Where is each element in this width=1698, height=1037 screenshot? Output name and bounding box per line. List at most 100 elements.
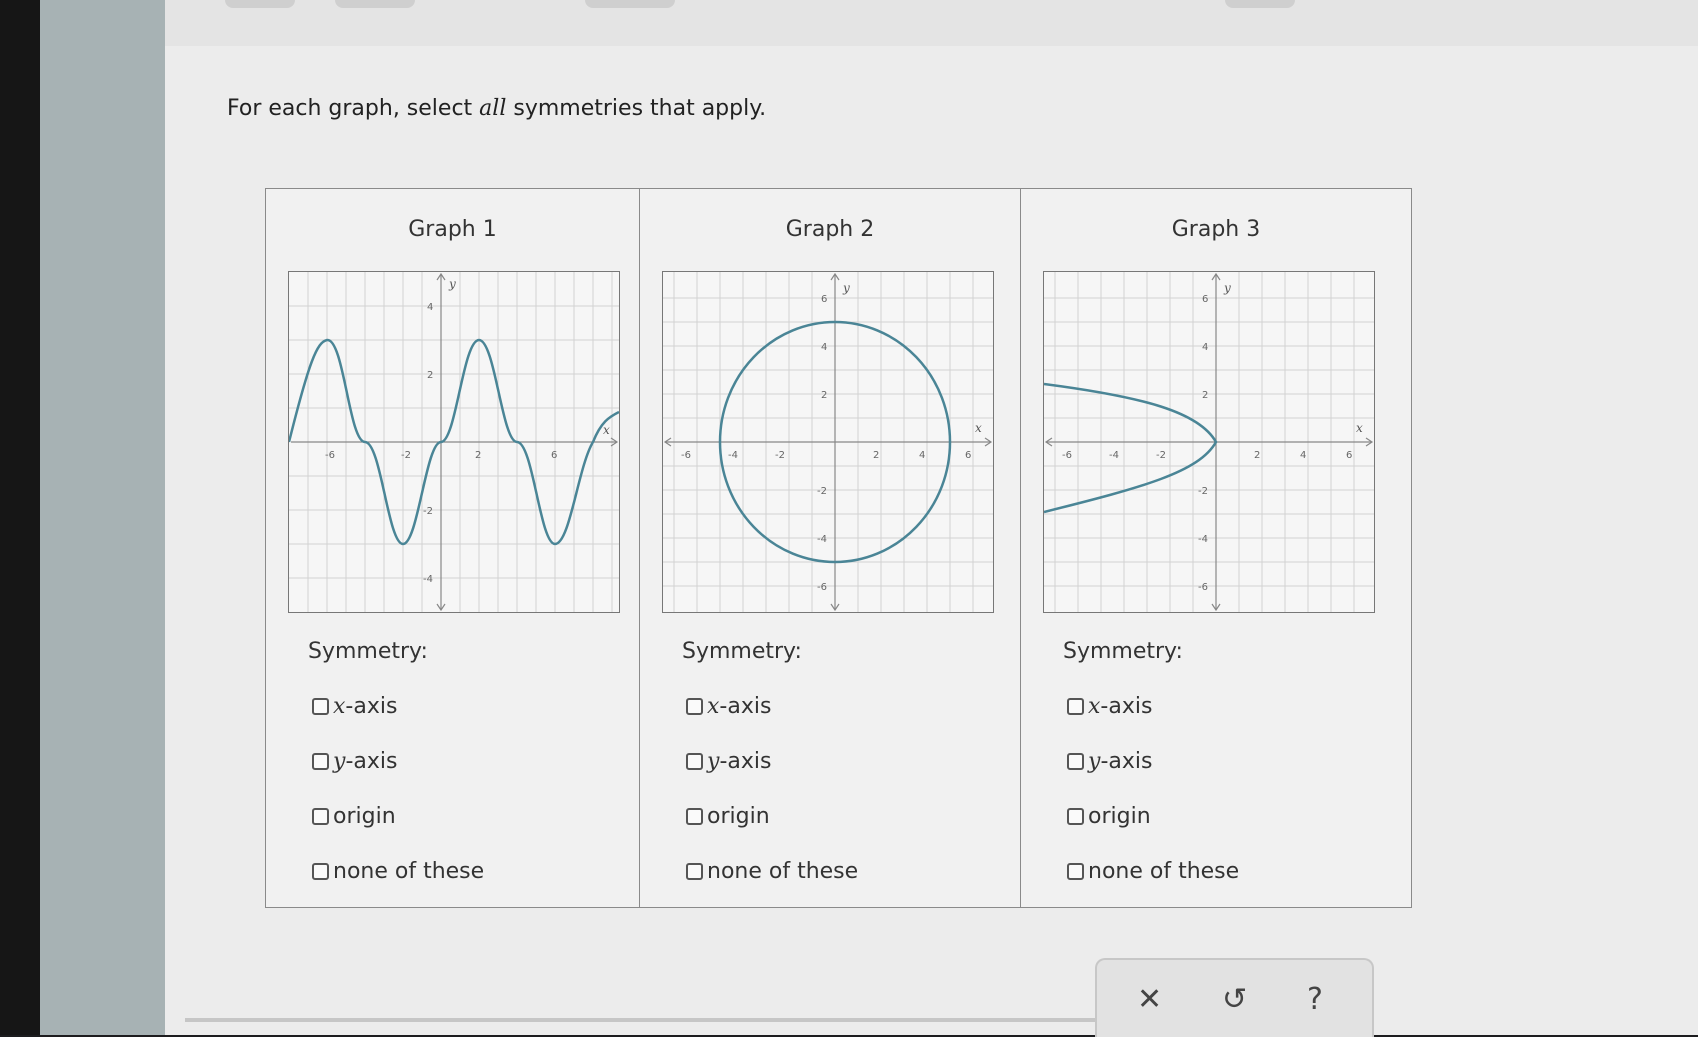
x-axis-checkbox[interactable]: x -axis <box>312 694 397 719</box>
x-tick-label: 2 <box>1254 450 1260 461</box>
x-tick-label: 6 <box>965 450 971 461</box>
checkbox-box[interactable] <box>686 808 703 825</box>
symmetry-label: Symmetry: <box>682 639 802 664</box>
graph-2-plot: -6 -4 -2 2 4 6 6 4 2 -2 -4 -6 x y <box>662 271 994 613</box>
y-tick-label: -2 <box>423 506 433 517</box>
checkbox-box[interactable] <box>686 698 703 715</box>
y-tick-label: -2 <box>1198 486 1208 497</box>
y-tick-label: 6 <box>1202 294 1208 305</box>
x-tick-label: -2 <box>1156 450 1166 461</box>
graph-1-svg: -6 -2 2 6 4 2 -2 -4 x y <box>289 272 619 612</box>
y-tick-label: 4 <box>821 342 827 353</box>
option-label: none of these <box>1088 859 1240 884</box>
y-tick-label: -6 <box>1198 582 1208 593</box>
instruction-text: For each graph, select all symmetries th… <box>227 96 767 121</box>
x-tick-label: -6 <box>1062 450 1072 461</box>
option-label: -axis <box>1100 749 1153 774</box>
x-tick-label: -4 <box>1109 450 1119 461</box>
origin-checkbox[interactable]: origin <box>686 804 770 829</box>
graph-title: Graph 1 <box>408 217 497 242</box>
graph-1-plot: -6 -2 2 6 4 2 -2 -4 x y <box>288 271 620 613</box>
x-axis-checkbox[interactable]: x -axis <box>1067 694 1152 719</box>
help-button[interactable]: ? <box>1307 982 1323 1017</box>
option-var: x <box>707 694 720 719</box>
x-tick-label: -6 <box>325 450 335 461</box>
x-axis-label: x <box>975 421 982 435</box>
y-tick-label: -4 <box>423 574 433 585</box>
x-axis-checkbox[interactable]: x -axis <box>686 694 771 719</box>
sidebar <box>40 0 180 1035</box>
origin-checkbox[interactable]: origin <box>312 804 396 829</box>
origin-checkbox[interactable]: origin <box>1067 804 1151 829</box>
x-tick-label: 6 <box>1346 450 1352 461</box>
graph-title: Graph 2 <box>785 217 875 242</box>
y-axis-checkbox[interactable]: y -axis <box>1067 749 1152 774</box>
x-tick-label: 2 <box>873 450 879 461</box>
x-tick-label: 6 <box>551 450 557 461</box>
x-axis-label: x <box>1356 421 1363 435</box>
option-var: x <box>1088 694 1101 719</box>
symmetry-label: Symmetry: <box>1063 639 1183 664</box>
option-label: -axis <box>345 694 398 719</box>
option-label: -axis <box>1100 694 1153 719</box>
checkbox-box[interactable] <box>1067 863 1084 880</box>
axes <box>663 272 993 612</box>
option-label: -axis <box>719 694 772 719</box>
axes <box>291 272 619 612</box>
y-axis-checkbox[interactable]: y -axis <box>312 749 397 774</box>
toolbar-tab[interactable] <box>335 0 415 8</box>
none-checkbox[interactable]: none of these <box>1067 859 1239 884</box>
checkbox-box[interactable] <box>1067 753 1084 770</box>
x-axis-label: x <box>603 423 610 437</box>
parabola-curve <box>1044 382 1218 514</box>
option-label: -axis <box>719 749 772 774</box>
checkbox-box[interactable] <box>312 753 329 770</box>
option-label: origin <box>1088 804 1151 829</box>
option-var: y <box>707 749 720 774</box>
axes <box>1044 272 1374 612</box>
x-tick-label: -2 <box>775 450 785 461</box>
checkbox-box[interactable] <box>312 698 329 715</box>
y-axis-label: y <box>1223 281 1231 295</box>
checkbox-box[interactable] <box>686 863 703 880</box>
toolbar-tab[interactable] <box>225 0 295 8</box>
y-axis-checkbox[interactable]: y -axis <box>686 749 771 774</box>
checkbox-box[interactable] <box>686 753 703 770</box>
graphs-table: Graph 1 -6 -2 2 6 4 2 -2 -4 x y Symmetry… <box>265 188 1412 908</box>
toolbar-tab[interactable] <box>1225 0 1295 8</box>
graph-title: Graph 3 <box>1171 217 1261 242</box>
x-tick-label: 4 <box>919 450 925 461</box>
option-var: x <box>333 694 346 719</box>
checkbox-box[interactable] <box>312 808 329 825</box>
checkbox-box[interactable] <box>1067 698 1084 715</box>
undo-button[interactable]: ↺ <box>1222 982 1247 1017</box>
toolbar-tab[interactable] <box>585 0 675 8</box>
y-axis-label: y <box>448 277 456 291</box>
option-label: none of these <box>707 859 859 884</box>
checkbox-box[interactable] <box>312 863 329 880</box>
option-label: -axis <box>345 749 398 774</box>
y-tick-label: 4 <box>1202 342 1208 353</box>
y-tick-label: -4 <box>1198 534 1208 545</box>
action-bar: ✕ ↺ ? <box>1095 958 1374 1037</box>
y-tick-label: -6 <box>817 582 827 593</box>
none-checkbox[interactable]: none of these <box>686 859 858 884</box>
x-tick-label: -2 <box>401 450 411 461</box>
option-label: origin <box>707 804 770 829</box>
checkbox-box[interactable] <box>1067 808 1084 825</box>
top-toolbar <box>165 0 1698 46</box>
main-content: For each graph, select all symmetries th… <box>165 0 1698 1037</box>
y-tick-label: 6 <box>821 294 827 305</box>
graph-2-svg: -6 -4 -2 2 4 6 6 4 2 -2 -4 -6 x y <box>663 272 993 612</box>
none-checkbox[interactable]: none of these <box>312 859 484 884</box>
y-axis-label: y <box>842 281 850 295</box>
clear-button[interactable]: ✕ <box>1137 982 1162 1017</box>
x-tick-label: -6 <box>681 450 691 461</box>
graph-3-svg: -6 -4 -2 2 4 6 6 4 2 -2 -4 -6 x y <box>1044 272 1374 612</box>
graph-2-column: Graph 2 -6 -4 -2 2 4 6 6 4 2 -2 -4 -6 x … <box>640 189 1021 907</box>
x-tick-label: 4 <box>1300 450 1306 461</box>
y-tick-label: 2 <box>427 370 433 381</box>
graph-3-plot: -6 -4 -2 2 4 6 6 4 2 -2 -4 -6 x y <box>1043 271 1375 613</box>
option-label: none of these <box>333 859 485 884</box>
option-var: y <box>1088 749 1101 774</box>
